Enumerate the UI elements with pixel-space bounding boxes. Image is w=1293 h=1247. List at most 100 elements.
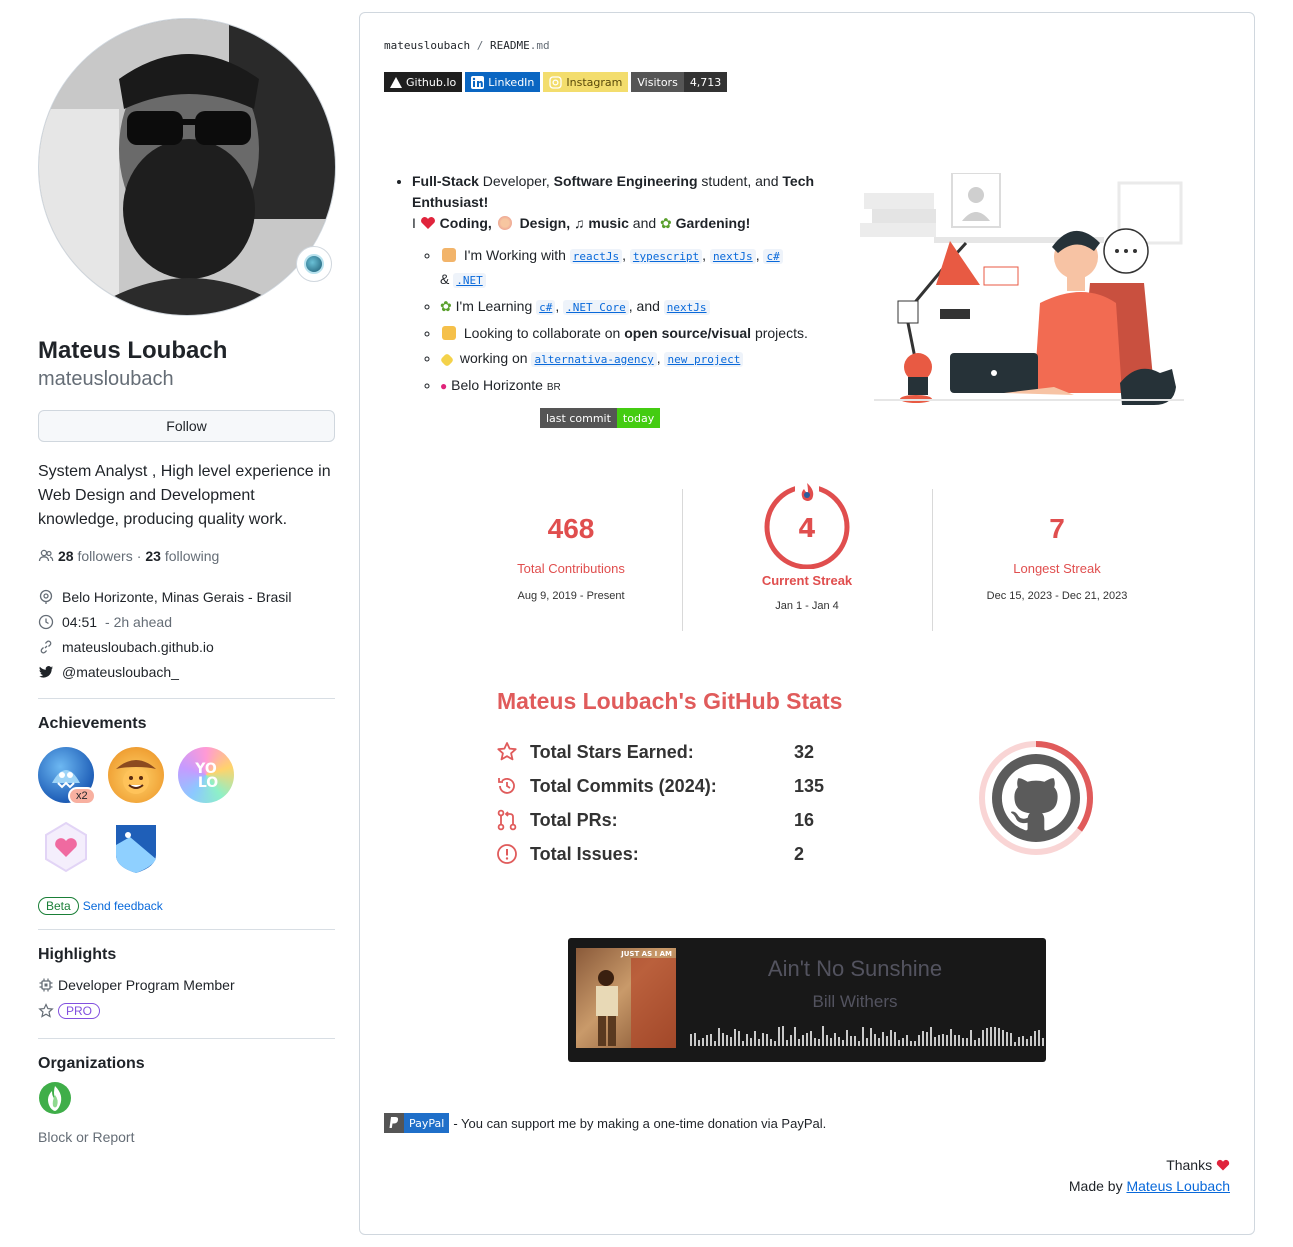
visualizer-bar [742, 1041, 744, 1046]
visualizer-bar [890, 1030, 892, 1046]
achievements-list: x2 YO LO [38, 747, 278, 883]
tag-typescript[interactable]: typescript [629, 249, 703, 264]
heart-achievement-icon[interactable] [38, 819, 94, 875]
visualizer-bar [690, 1034, 692, 1046]
tag-dotnet[interactable]: .NET [453, 273, 486, 288]
website-item: mateusloubach.github.io [38, 634, 335, 659]
twitter-link[interactable]: @mateusloubach_ [62, 664, 179, 680]
avatar[interactable] [38, 18, 336, 316]
cpu-icon [38, 977, 54, 993]
album-cover: JUST AS I AM [576, 948, 676, 1048]
github-shield[interactable]: Github.Io [384, 72, 463, 92]
tag-csharp[interactable]: c# [763, 249, 783, 264]
seedling-icon: ✿ [660, 215, 672, 231]
visualizer-bar [1034, 1031, 1036, 1046]
heart-icon [420, 217, 435, 229]
spotify-now-playing[interactable]: JUST AS I AM Ain't No Sunshine Bill With… [568, 938, 1046, 1062]
visualizer-bar [982, 1030, 984, 1046]
organizations-title: Organizations [38, 1055, 145, 1072]
visualizer-bar [822, 1026, 824, 1046]
location-icon [38, 589, 54, 605]
profile-sidebar: Mateus Loubach mateusloubach Follow Syst… [38, 18, 336, 1145]
shark-achievement-icon[interactable]: x2 [38, 747, 96, 805]
album-cover-title: JUST AS I AM [621, 950, 672, 958]
longest-streak-range: Dec 15, 2023 - Dec 21, 2023 [986, 590, 1128, 602]
last-commit-shield[interactable]: last commit today [540, 408, 661, 428]
current-streak-label: Current Streak [761, 573, 853, 588]
visualizer-bar [970, 1030, 972, 1046]
visitors-label: Visitors [631, 72, 684, 92]
cowboy-achievement-icon[interactable] [108, 747, 164, 803]
visualizer-bar [894, 1032, 896, 1046]
current-streak-value: 4 [798, 514, 816, 544]
total-contributions-label: Total Contributions [517, 561, 625, 576]
breadcrumb-file: README [489, 39, 530, 52]
profile-bio: System Analyst , High level experience i… [38, 463, 331, 528]
issue-icon [497, 844, 517, 864]
tag-dotnet-core[interactable]: .NET Core [563, 300, 629, 315]
visualizer-bar [766, 1034, 768, 1046]
music-note-icon: ♫ [574, 215, 585, 231]
visualizer-bar [962, 1038, 964, 1046]
status-badge[interactable] [296, 246, 332, 282]
history-icon [498, 778, 515, 794]
collab-item: Looking to collaborate on open source/vi… [440, 322, 816, 344]
pro-badge[interactable]: PRO [58, 1003, 101, 1019]
tag-reactjs[interactable]: reactJs [569, 249, 623, 264]
stat-row: Total Stars Earned: 32 [496, 735, 836, 769]
breadcrumb-ext: .md [529, 39, 550, 52]
block-or-report-link[interactable]: Block or Report [38, 1129, 335, 1145]
star-icon [38, 1003, 54, 1019]
tag-nextjs[interactable]: nextJs [709, 249, 756, 264]
breadcrumb-owner[interactable]: mateusloubach [384, 39, 470, 52]
stat-label: Total PRs: [530, 809, 618, 830]
visualizer-bar [906, 1035, 908, 1046]
visualizer-bar [702, 1038, 704, 1046]
star-icon [497, 742, 517, 761]
tag-nextjs[interactable]: nextJs [663, 300, 710, 315]
website-link[interactable]: mateusloubach.github.io [62, 639, 214, 655]
visualizer-bar [694, 1033, 696, 1046]
send-feedback-link[interactable]: Send feedback [83, 899, 163, 913]
intro-bullet: Full-Stack Developer, Software Engineeri… [412, 171, 816, 399]
comma: , [555, 298, 560, 314]
visualizer-bar [714, 1041, 716, 1046]
visualizer-bar [790, 1035, 792, 1046]
made-by-text: Made by [1068, 1178, 1123, 1194]
beta-badge: Beta [38, 897, 79, 915]
stat-value: 32 [794, 741, 815, 762]
arctic-code-vault-icon[interactable] [108, 819, 164, 875]
visualizer-bar [918, 1035, 920, 1046]
visualizer-bar [878, 1038, 880, 1046]
follow-button[interactable]: Follow [38, 410, 335, 442]
achievements-title: Achievements [38, 715, 147, 732]
visualizer-bar [930, 1027, 932, 1046]
longest-streak-label: Longest Streak [1013, 561, 1101, 576]
linkedin-shield[interactable]: LinkedIn [465, 72, 541, 92]
author-link[interactable]: Mateus Loubach [1126, 1178, 1230, 1194]
last-commit-label: last commit [540, 408, 617, 428]
visualizer-bar [958, 1035, 960, 1046]
following-link[interactable]: 23 following [145, 548, 219, 564]
visualizer-bar [710, 1034, 712, 1046]
dot-separator: · [136, 548, 142, 564]
collab-text: Looking to collaborate on [463, 325, 625, 341]
album-cover-art [596, 958, 676, 1048]
followers-link[interactable]: 28 followers [58, 548, 133, 564]
tag-new-project[interactable]: new project [664, 352, 744, 367]
visualizer-bar [1038, 1030, 1040, 1046]
organization-avatar[interactable] [38, 1081, 72, 1115]
visualizer-bar [922, 1031, 924, 1046]
stat-row: Total Issues: 2 [496, 837, 836, 871]
visualizer-bar [854, 1036, 856, 1046]
comma: , [622, 247, 627, 263]
tag-alternativa-agency[interactable]: alternativa-agency [531, 352, 657, 367]
visualizer-bar [898, 1040, 900, 1046]
paypal-shield[interactable]: PayPal [384, 1113, 450, 1133]
yolo-achievement-icon[interactable]: YO LO [178, 747, 234, 803]
current-streak: 4 Current Streak Jan 1 - Jan 4 [682, 473, 932, 633]
instagram-shield[interactable]: Instagram [543, 72, 629, 92]
developer-program-item: Developer Program Member [38, 972, 335, 998]
tag-csharp[interactable]: c# [536, 300, 556, 315]
twitter-item: @mateusloubach_ [38, 659, 335, 684]
